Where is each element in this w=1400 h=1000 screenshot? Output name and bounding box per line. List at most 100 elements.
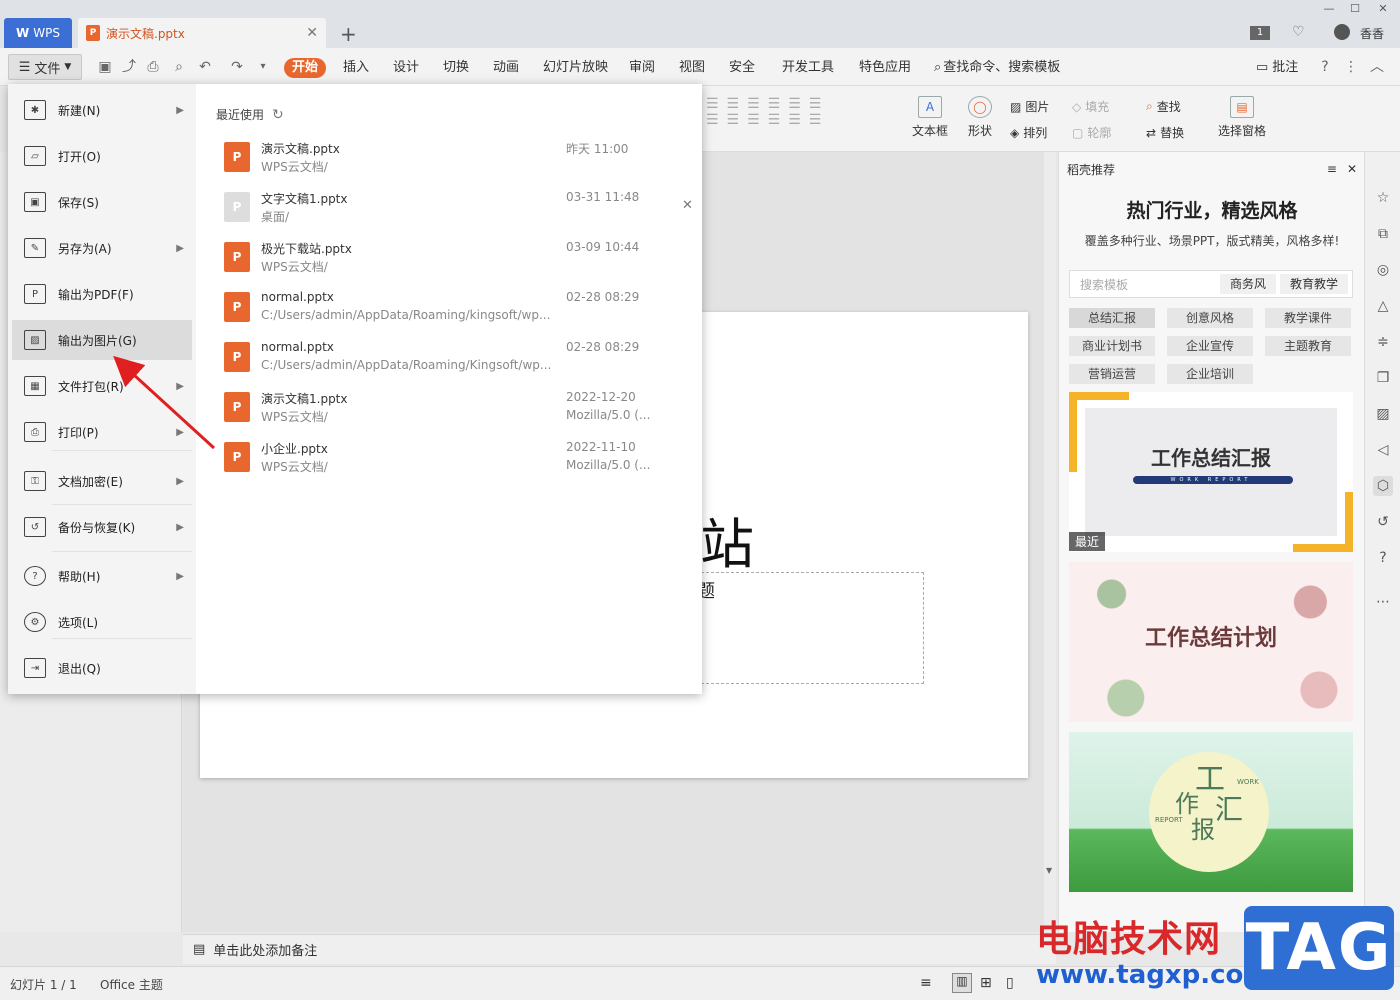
recent-file-item[interactable]: P 小企业.pptx WPS云文档/2022-11-10 Mozilla/5.0 (.… [216, 436, 686, 486]
shape-button[interactable]: ◯ 形状 [968, 96, 992, 139]
tag-theme-education[interactable]: 主题教育 [1265, 336, 1351, 356]
user-name[interactable]: 香香 [1360, 25, 1384, 42]
style-icon[interactable]: △ [1373, 296, 1393, 316]
recent-file-item[interactable]: Pnormal.pptx C:/Users/admin/AppData/Roami… [216, 286, 686, 336]
file-menu-item-12[interactable]: ⚙ 选项(L) [12, 602, 192, 642]
history-icon[interactable]: ↺ [1373, 512, 1393, 532]
arrange-button[interactable]: ◈ 排列 [1010, 124, 1047, 141]
file-menu-item-3[interactable]: ▣ 保存(S) [12, 182, 192, 222]
file-menu-button[interactable]: ☰ 文件 ▼ [8, 54, 82, 80]
maximize-icon[interactable]: ☐ [1344, 2, 1366, 16]
side-help-icon[interactable]: ? [1373, 548, 1393, 568]
print-quick-icon[interactable]: ⎙ [144, 58, 162, 76]
recent-file-item[interactable]: P 极光下载站.pptx WPS云文档/03-09 10:44 [216, 236, 686, 286]
template-search-input[interactable]: 搜索模板 [1070, 276, 1220, 293]
new-tab-button[interactable]: + [340, 22, 357, 46]
tab-transition[interactable]: 切换 [443, 58, 469, 78]
tag-business-plan[interactable]: 商业计划书 [1069, 336, 1155, 356]
picture-panel-icon[interactable]: ▨ [1373, 404, 1393, 424]
template-thumb-2[interactable]: 工作总结计划 [1069, 562, 1353, 722]
export-quick-icon[interactable]: ⤴ [120, 58, 138, 76]
chip-education[interactable]: 教育教学 [1279, 274, 1348, 294]
close-tab-icon[interactable]: ✕ [306, 25, 318, 41]
file-menu-item-5[interactable]: P 输出为PDF(F) [12, 274, 192, 314]
collapse-ribbon-icon[interactable]: ︿ [1368, 58, 1386, 76]
file-menu-item-1[interactable]: ✱ 新建(N) ▶ [12, 90, 192, 130]
copy-icon[interactable]: ❐ [1373, 368, 1393, 388]
tag-courseware[interactable]: 教学课件 [1265, 308, 1351, 328]
tab-developer[interactable]: 开发工具 [782, 58, 834, 78]
audio-icon[interactable]: ◁ [1373, 440, 1393, 460]
panel-menu-icon[interactable]: ≡ [1327, 162, 1337, 176]
selection-pane-button[interactable]: ▤ 选择窗格 [1218, 96, 1266, 139]
notes-toggle-icon[interactable]: ≡ [920, 975, 932, 991]
tag-creative[interactable]: 创意风格 [1167, 308, 1253, 328]
undo-icon[interactable]: ↶ [196, 58, 214, 76]
outline-button[interactable]: ▢ 轮廓 [1072, 124, 1111, 141]
help-icon[interactable]: ? [1316, 58, 1334, 76]
page-badge[interactable]: 1 [1250, 26, 1270, 40]
tab-review[interactable]: 审阅 [629, 58, 655, 78]
textbox-button[interactable]: A 文本框 [912, 96, 948, 139]
file-menu-item-2[interactable]: ▱ 打开(O) [12, 136, 192, 176]
template-search[interactable]: 搜索模板 商务风 教育教学 [1069, 270, 1353, 298]
save-quick-icon[interactable]: ▣ [96, 58, 114, 76]
tag-marketing[interactable]: 营销运营 [1069, 364, 1155, 384]
tab-design[interactable]: 设计 [393, 58, 419, 78]
close-window-icon[interactable]: ✕ [1372, 2, 1394, 16]
tab-insert[interactable]: 插入 [343, 58, 369, 78]
close-panel-icon[interactable]: ✕ [1347, 162, 1357, 176]
recommend-icon[interactable]: ⬡ [1373, 476, 1393, 496]
file-menu-item-7[interactable]: ▦ 文件打包(R) ▶ [12, 366, 192, 406]
tab-features[interactable]: 特色应用 [859, 58, 911, 78]
sorter-view-icon[interactable]: ⊞ [980, 975, 992, 991]
file-menu-item-13[interactable]: ⇥ 退出(Q) [12, 648, 192, 688]
command-search[interactable]: ⌕ 查找命令、搜索模板 [934, 58, 1060, 78]
recent-file-item[interactable]: Pnormal.pptx C:/Users/admin/AppData/Roami… [216, 336, 686, 386]
scroll-down-icon[interactable]: ▼ [1046, 866, 1052, 875]
template-thumb-1[interactable]: 工作总结汇报 WORK REPORT 最近 [1069, 392, 1353, 552]
tag-summary[interactable]: 总结汇报 [1069, 308, 1155, 328]
slide-title-text[interactable]: 站 [700, 500, 754, 579]
shapes-icon[interactable]: ◎ [1373, 260, 1393, 280]
document-tab[interactable]: P 演示文稿.pptx ✕ [78, 18, 326, 48]
adjust-icon[interactable]: ≑ [1373, 332, 1393, 352]
file-menu-item-8[interactable]: ⎙ 打印(P) ▶ [12, 412, 192, 452]
recent-file-item[interactable]: P 文字文稿1.pptx 桌面/03-31 11:48 ✕ [216, 186, 693, 236]
reading-view-icon[interactable]: ▯ [1006, 975, 1014, 991]
user-avatar[interactable] [1334, 24, 1350, 40]
refresh-icon[interactable]: ↻ [272, 107, 284, 123]
redo-icon[interactable]: ↷ [228, 58, 246, 76]
picture-button[interactable]: ▨ 图片 [1010, 98, 1049, 115]
skin-icon[interactable]: ♡ [1292, 24, 1305, 40]
minimize-icon[interactable]: — [1318, 2, 1340, 16]
tab-animation[interactable]: 动画 [493, 58, 519, 78]
tab-slideshow[interactable]: 幻灯片放映 [543, 58, 608, 78]
side-more-icon[interactable]: ⋯ [1373, 592, 1393, 612]
tag-training[interactable]: 企业培训 [1167, 364, 1253, 384]
more-icon[interactable]: ⋮ [1342, 58, 1360, 76]
template-icon[interactable]: ⧉ [1373, 224, 1393, 244]
find-button[interactable]: ⌕ 查找 [1146, 98, 1181, 115]
tab-security[interactable]: 安全 [729, 58, 755, 78]
theme-name[interactable]: Office 主题 [100, 976, 163, 993]
comment-button[interactable]: ▭ 批注 [1256, 58, 1298, 78]
remove-recent-icon[interactable]: ✕ [682, 198, 693, 213]
preview-quick-icon[interactable]: ⌕ [170, 58, 188, 76]
star-icon[interactable]: ☆ [1373, 188, 1393, 208]
recent-file-item[interactable]: P 演示文稿1.pptx WPS云文档/2022-12-20 Mozilla/5.0 … [216, 386, 686, 436]
file-menu-item-6[interactable]: ▨ 输出为图片(G) [12, 320, 192, 360]
tag-promotion[interactable]: 企业宣传 [1167, 336, 1253, 356]
vertical-scrollbar[interactable]: ▼ [1044, 152, 1056, 932]
customize-icon[interactable]: ▾ [254, 58, 272, 76]
normal-view-icon[interactable]: ▥ [952, 973, 972, 993]
template-thumb-3[interactable]: 工 WORK 作 汇 REPORT 报 [1069, 732, 1353, 892]
tab-home[interactable]: 开始 [284, 58, 327, 78]
file-menu-item-9[interactable]: ⚿ 文档加密(E) ▶ [12, 461, 192, 501]
template-panel-title[interactable]: 稻壳推荐 [1067, 161, 1327, 178]
replace-button[interactable]: ⇄ 替换 [1146, 124, 1184, 141]
chip-business[interactable]: 商务风 [1219, 274, 1276, 294]
tab-view[interactable]: 视图 [679, 58, 705, 78]
wps-home-tab[interactable]: W WPS [4, 18, 72, 48]
file-menu-item-11[interactable]: ? 帮助(H) ▶ [12, 556, 192, 596]
